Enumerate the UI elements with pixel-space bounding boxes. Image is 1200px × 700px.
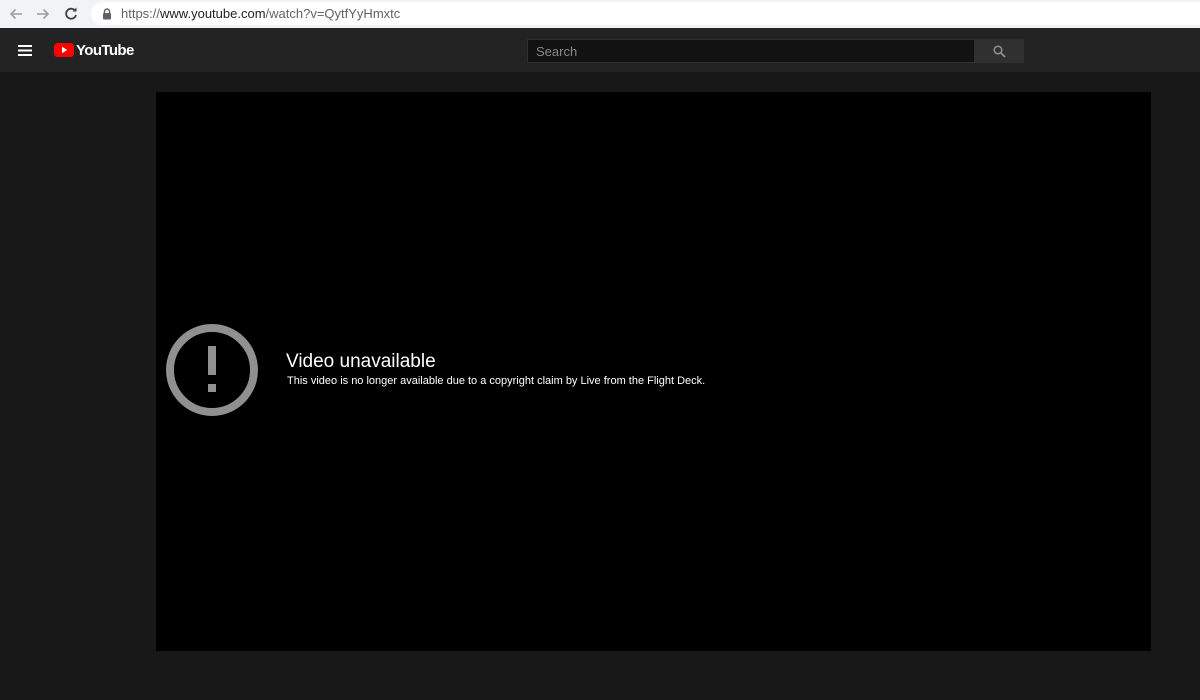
- reload-icon: [65, 7, 77, 20]
- guide-menu-button[interactable]: [14, 40, 36, 60]
- browser-toolbar: https://www.youtube.com/watch?v=QytfYyHm…: [0, 0, 1200, 28]
- url-host: www.youtube.com: [160, 6, 266, 21]
- arrow-right-icon: [37, 8, 50, 20]
- url-path: /watch?v=QytfYyHmxtc: [265, 6, 401, 21]
- error-title: Video unavailable: [286, 351, 436, 372]
- url-text: https://www.youtube.com/watch?v=QytfYyHm…: [121, 6, 400, 21]
- hamburger-menu-icon: [18, 45, 32, 56]
- reload-button[interactable]: [58, 1, 84, 27]
- search-button[interactable]: [975, 39, 1024, 63]
- lock-icon: [101, 7, 113, 21]
- arrow-left-icon: [9, 8, 22, 20]
- url-scheme: https://: [121, 6, 161, 21]
- forward-button[interactable]: [30, 1, 56, 27]
- error-message: This video is no longer available due to…: [287, 375, 706, 387]
- search-input[interactable]: [527, 39, 975, 63]
- alert-circle-icon: [166, 324, 258, 416]
- youtube-play-icon: [54, 43, 74, 57]
- search-box: [527, 39, 1024, 63]
- video-player[interactable]: Video unavailable This video is no longe…: [156, 92, 1151, 651]
- search-icon: [993, 44, 1006, 58]
- logo-wordmark: YouTube: [76, 41, 134, 59]
- youtube-logo[interactable]: YouTube: [54, 41, 134, 59]
- masthead: YouTube: [0, 28, 1200, 72]
- back-button[interactable]: [3, 1, 29, 27]
- address-bar[interactable]: https://www.youtube.com/watch?v=QytfYyHm…: [91, 2, 1200, 25]
